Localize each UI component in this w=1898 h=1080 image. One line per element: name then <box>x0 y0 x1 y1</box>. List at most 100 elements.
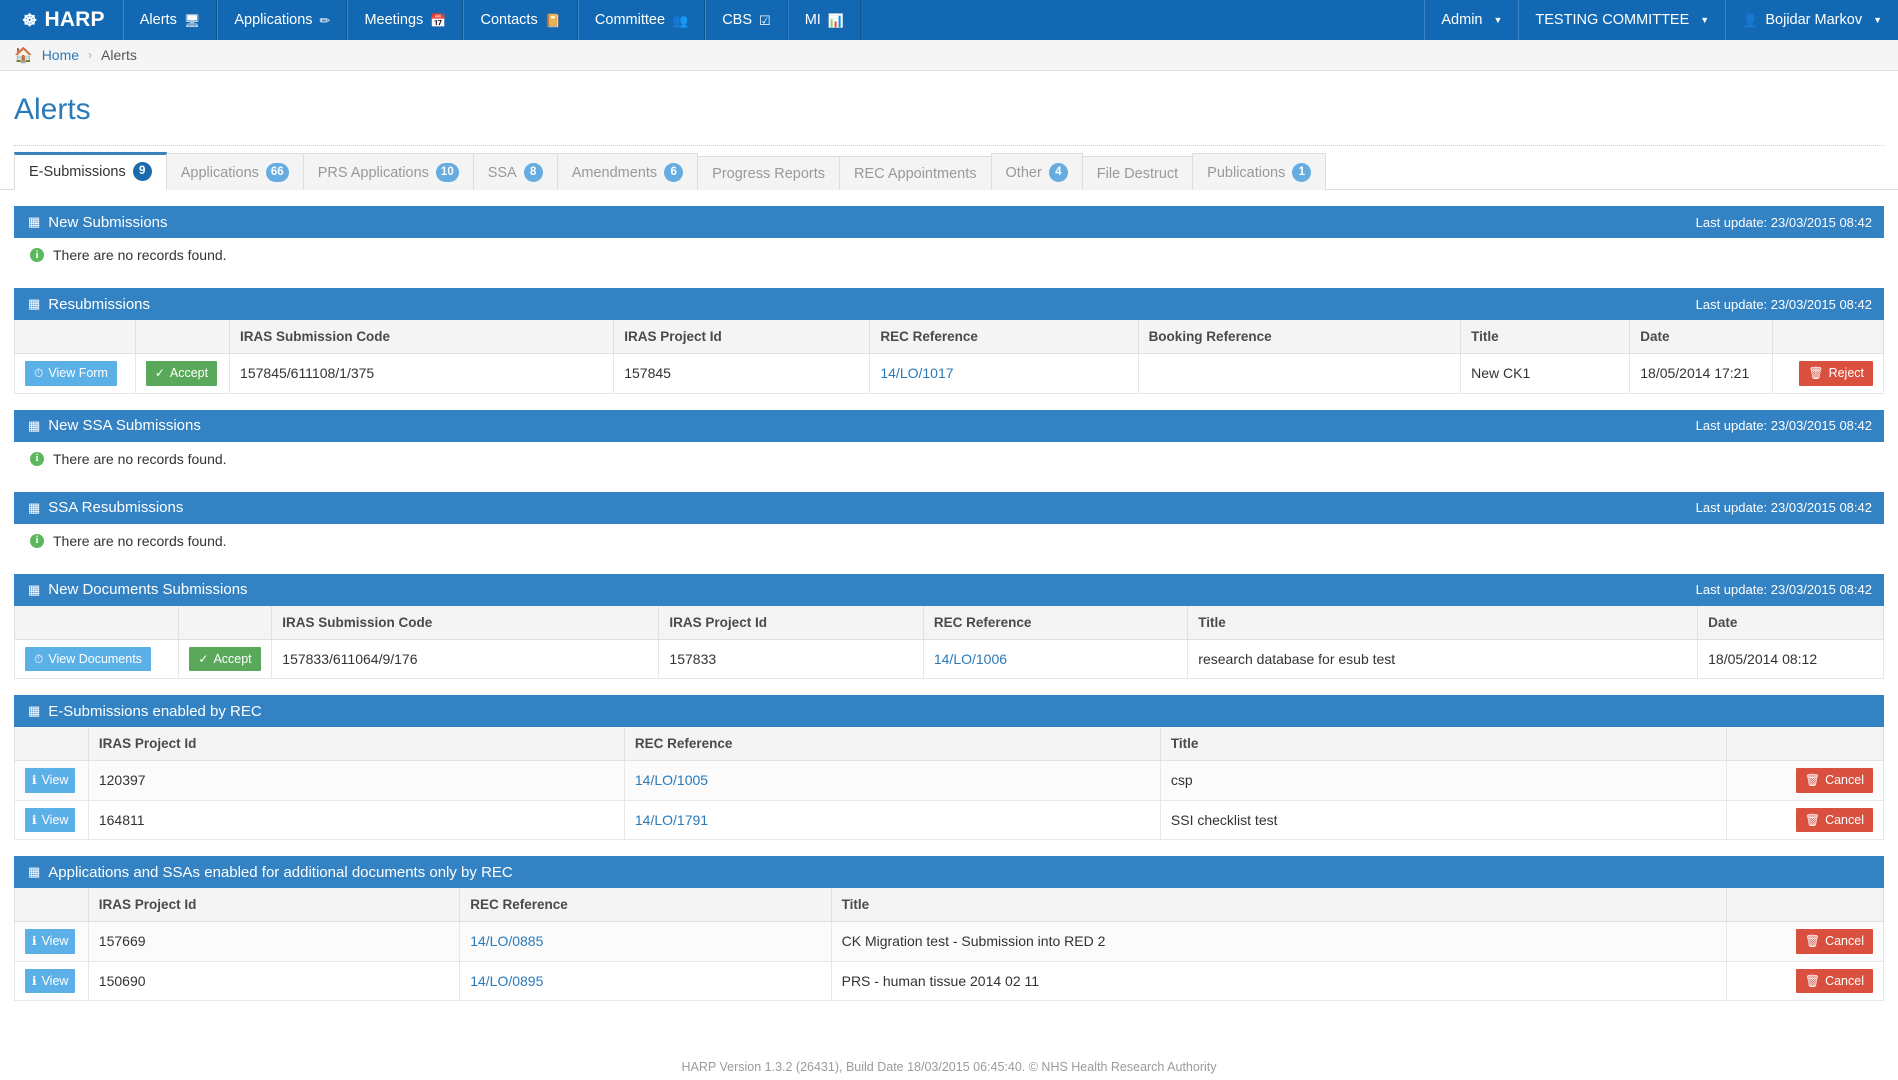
view-label: View <box>41 973 69 988</box>
panel-ssa-resubmissions: ▦ SSA Resubmissions Last update: 23/03/2… <box>14 491 1884 558</box>
cell-date: 18/05/2014 08:12 <box>1697 638 1884 679</box>
reject-button[interactable]: 🗑 Reject <box>1799 361 1873 386</box>
nav-item-committee-selector[interactable]: TESTING COMMITTEE ▼ <box>1518 0 1725 40</box>
nav-item-admin[interactable]: Admin ▼ <box>1424 0 1518 40</box>
view-documents-label: View Documents <box>48 651 142 666</box>
cancel-label: Cancel <box>1825 812 1864 827</box>
tab-badge: 10 <box>435 163 459 182</box>
col-iras-submission-code: IRAS Submission Code <box>229 320 615 354</box>
cancel-button[interactable]: 🗑 Cancel <box>1795 768 1873 793</box>
col-booking-reference: Booking Reference <box>1137 320 1462 354</box>
info-icon: i <box>30 533 44 548</box>
brand-logo[interactable]: ☸ HARP <box>0 0 123 40</box>
rec-reference-link[interactable]: 14/LO/0885 <box>470 933 543 949</box>
cell-title: CK Migration test - Submission into RED … <box>830 921 1727 962</box>
tab-ssa[interactable]: SSA 8 <box>472 153 558 190</box>
cell-view: ℹ View <box>14 921 89 962</box>
tab-progress-reports[interactable]: Progress Reports <box>697 156 840 190</box>
panel-title: E-Submissions enabled by REC <box>48 702 262 720</box>
cell-iras-project-id: 150690 <box>87 960 461 1001</box>
panel-esubmissions-enabled-by-rec: ▦ E-Submissions enabled by REC IRAS Proj… <box>14 695 1885 840</box>
tab-content-e-submissions: ▦ New Submissions Last update: 23/03/201… <box>0 206 1898 1001</box>
view-button[interactable]: ℹ View <box>25 807 76 832</box>
col-actions-accept <box>134 320 231 354</box>
tab-amendments[interactable]: Amendments 6 <box>556 153 699 190</box>
cell-view-form: ⏱ View Form <box>14 353 136 394</box>
view-form-button[interactable]: ⏱ View Form <box>25 361 117 386</box>
nav-item-contacts[interactable]: Contacts 📔 <box>463 0 578 40</box>
cell-view: ℹ View <box>14 799 89 840</box>
user-label: Bojidar Markov <box>1765 12 1863 28</box>
rec-reference-link[interactable]: 14/LO/1005 <box>635 772 708 788</box>
new-documents-submissions-table: IRAS Submission Code IRAS Project Id REC… <box>13 605 1884 680</box>
nav-item-meetings[interactable]: Meetings 📅 <box>347 0 464 40</box>
tab-label: Publications <box>1207 164 1286 181</box>
col-title: Title <box>1460 320 1631 354</box>
tab-other[interactable]: Other 4 <box>990 153 1083 190</box>
view-label: View <box>41 773 69 787</box>
tab-badge: 66 <box>265 163 289 182</box>
nav-item-applications[interactable]: Applications ✏ <box>217 0 348 40</box>
panel-header: ▦ SSA Resubmissions Last update: 23/03/2… <box>14 491 1884 524</box>
breadcrumb-home-link[interactable]: Home <box>42 47 79 63</box>
nav-item-cbs[interactable]: CBS ☑ <box>705 0 788 40</box>
tab-rec-appointments[interactable]: REC Appointments <box>839 156 992 190</box>
panel-new-ssa-submissions: ▦ New SSA Submissions Last update: 23/03… <box>14 409 1884 476</box>
panel-title: New Submissions <box>48 213 168 231</box>
alerts-tabs: E-Submissions 9 Applications 66 PRS Appl… <box>0 151 1898 190</box>
col-actions-view <box>14 727 89 761</box>
cancel-button[interactable]: 🗑 Cancel <box>1795 968 1873 993</box>
panel-header: ▦ Resubmissions Last update: 23/03/2015 … <box>14 288 1884 320</box>
tab-applications[interactable]: Applications 66 <box>165 153 304 190</box>
rec-reference-link[interactable]: 14/LO/1006 <box>934 651 1007 667</box>
trash-icon: 🗑 <box>1804 812 1821 827</box>
tab-e-submissions[interactable]: E-Submissions 9 <box>14 152 167 190</box>
nav-item-user-menu[interactable]: 👤 Bojidar Markov ▼ <box>1725 0 1898 40</box>
cell-cancel: 🗑 Cancel <box>1725 960 1885 1001</box>
view-button[interactable]: ℹ View <box>25 929 76 954</box>
tab-badge: 6 <box>664 163 684 182</box>
accept-button[interactable]: ✓ Accept <box>189 646 261 671</box>
nav-label-meetings: Meetings <box>364 12 424 28</box>
rec-reference-link[interactable]: 14/LO/1017 <box>880 365 953 381</box>
table-row: ⏱ View Form ✓ Accept 157845/611108/1/375… <box>14 353 1885 394</box>
esubmissions-enabled-table: IRAS Project Id REC Reference Title ℹ Vi… <box>14 727 1885 840</box>
home-icon[interactable]: 🏠 <box>14 46 33 64</box>
view-documents-button[interactable]: ⏱ View Documents <box>25 646 151 671</box>
cell-iras-project-id: 157669 <box>87 921 461 962</box>
accept-button[interactable]: ✓ Accept <box>145 361 218 386</box>
harp-logo-icon: ☸ <box>22 10 38 30</box>
cancel-button[interactable]: 🗑 Cancel <box>1795 929 1873 954</box>
nav-item-alerts[interactable]: Alerts 🖥 <box>122 0 218 40</box>
tab-label: PRS Applications <box>317 164 429 181</box>
cell-iras-project-id: 164811 <box>87 799 625 840</box>
clock-icon: ⏱ <box>34 366 44 381</box>
rec-reference-link[interactable]: 14/LO/1791 <box>635 812 708 828</box>
info-icon: i <box>30 451 44 466</box>
table-row: ℹ View 150690 14/LO/0895 PRS - human tis… <box>14 960 1885 1001</box>
breadcrumb-current: Alerts <box>101 47 137 63</box>
table-header-row: IRAS Project Id REC Reference Title <box>14 727 1885 761</box>
nav-item-mi[interactable]: MI 📊 <box>787 0 861 40</box>
tab-file-destruct[interactable]: File Destruct <box>1081 156 1194 190</box>
tab-prs-applications[interactable]: PRS Applications 10 <box>302 153 474 190</box>
resubmissions-table: IRAS Submission Code IRAS Project Id REC… <box>14 320 1885 394</box>
table-header-row: IRAS Submission Code IRAS Project Id REC… <box>14 320 1885 354</box>
rec-reference-link[interactable]: 14/LO/0895 <box>470 973 543 989</box>
grid-icon: ▦ <box>28 417 41 433</box>
brand-label: HARP <box>44 8 105 31</box>
view-button[interactable]: ℹ View <box>25 968 76 993</box>
grid-icon: ▦ <box>28 703 41 718</box>
trash-icon: 🗑 <box>1804 934 1821 949</box>
cell-rec-reference: 14/LO/0895 <box>459 960 832 1001</box>
cell-cancel: 🗑 Cancel <box>1725 760 1885 801</box>
tab-publications[interactable]: Publications 1 <box>1192 153 1327 190</box>
nav-item-committee[interactable]: Committee 👥 <box>577 0 706 40</box>
tab-label: SSA <box>487 164 517 181</box>
view-button[interactable]: ℹ View <box>25 768 76 793</box>
user-icon: 👤 <box>1742 12 1759 28</box>
panel-apps-ssas-additional-documents: ▦ Applications and SSAs enabled for addi… <box>14 856 1885 1001</box>
panel-title: New SSA Submissions <box>48 417 201 434</box>
cancel-button[interactable]: 🗑 Cancel <box>1795 807 1873 832</box>
cell-rec-reference: 14/LO/1791 <box>623 799 1161 840</box>
